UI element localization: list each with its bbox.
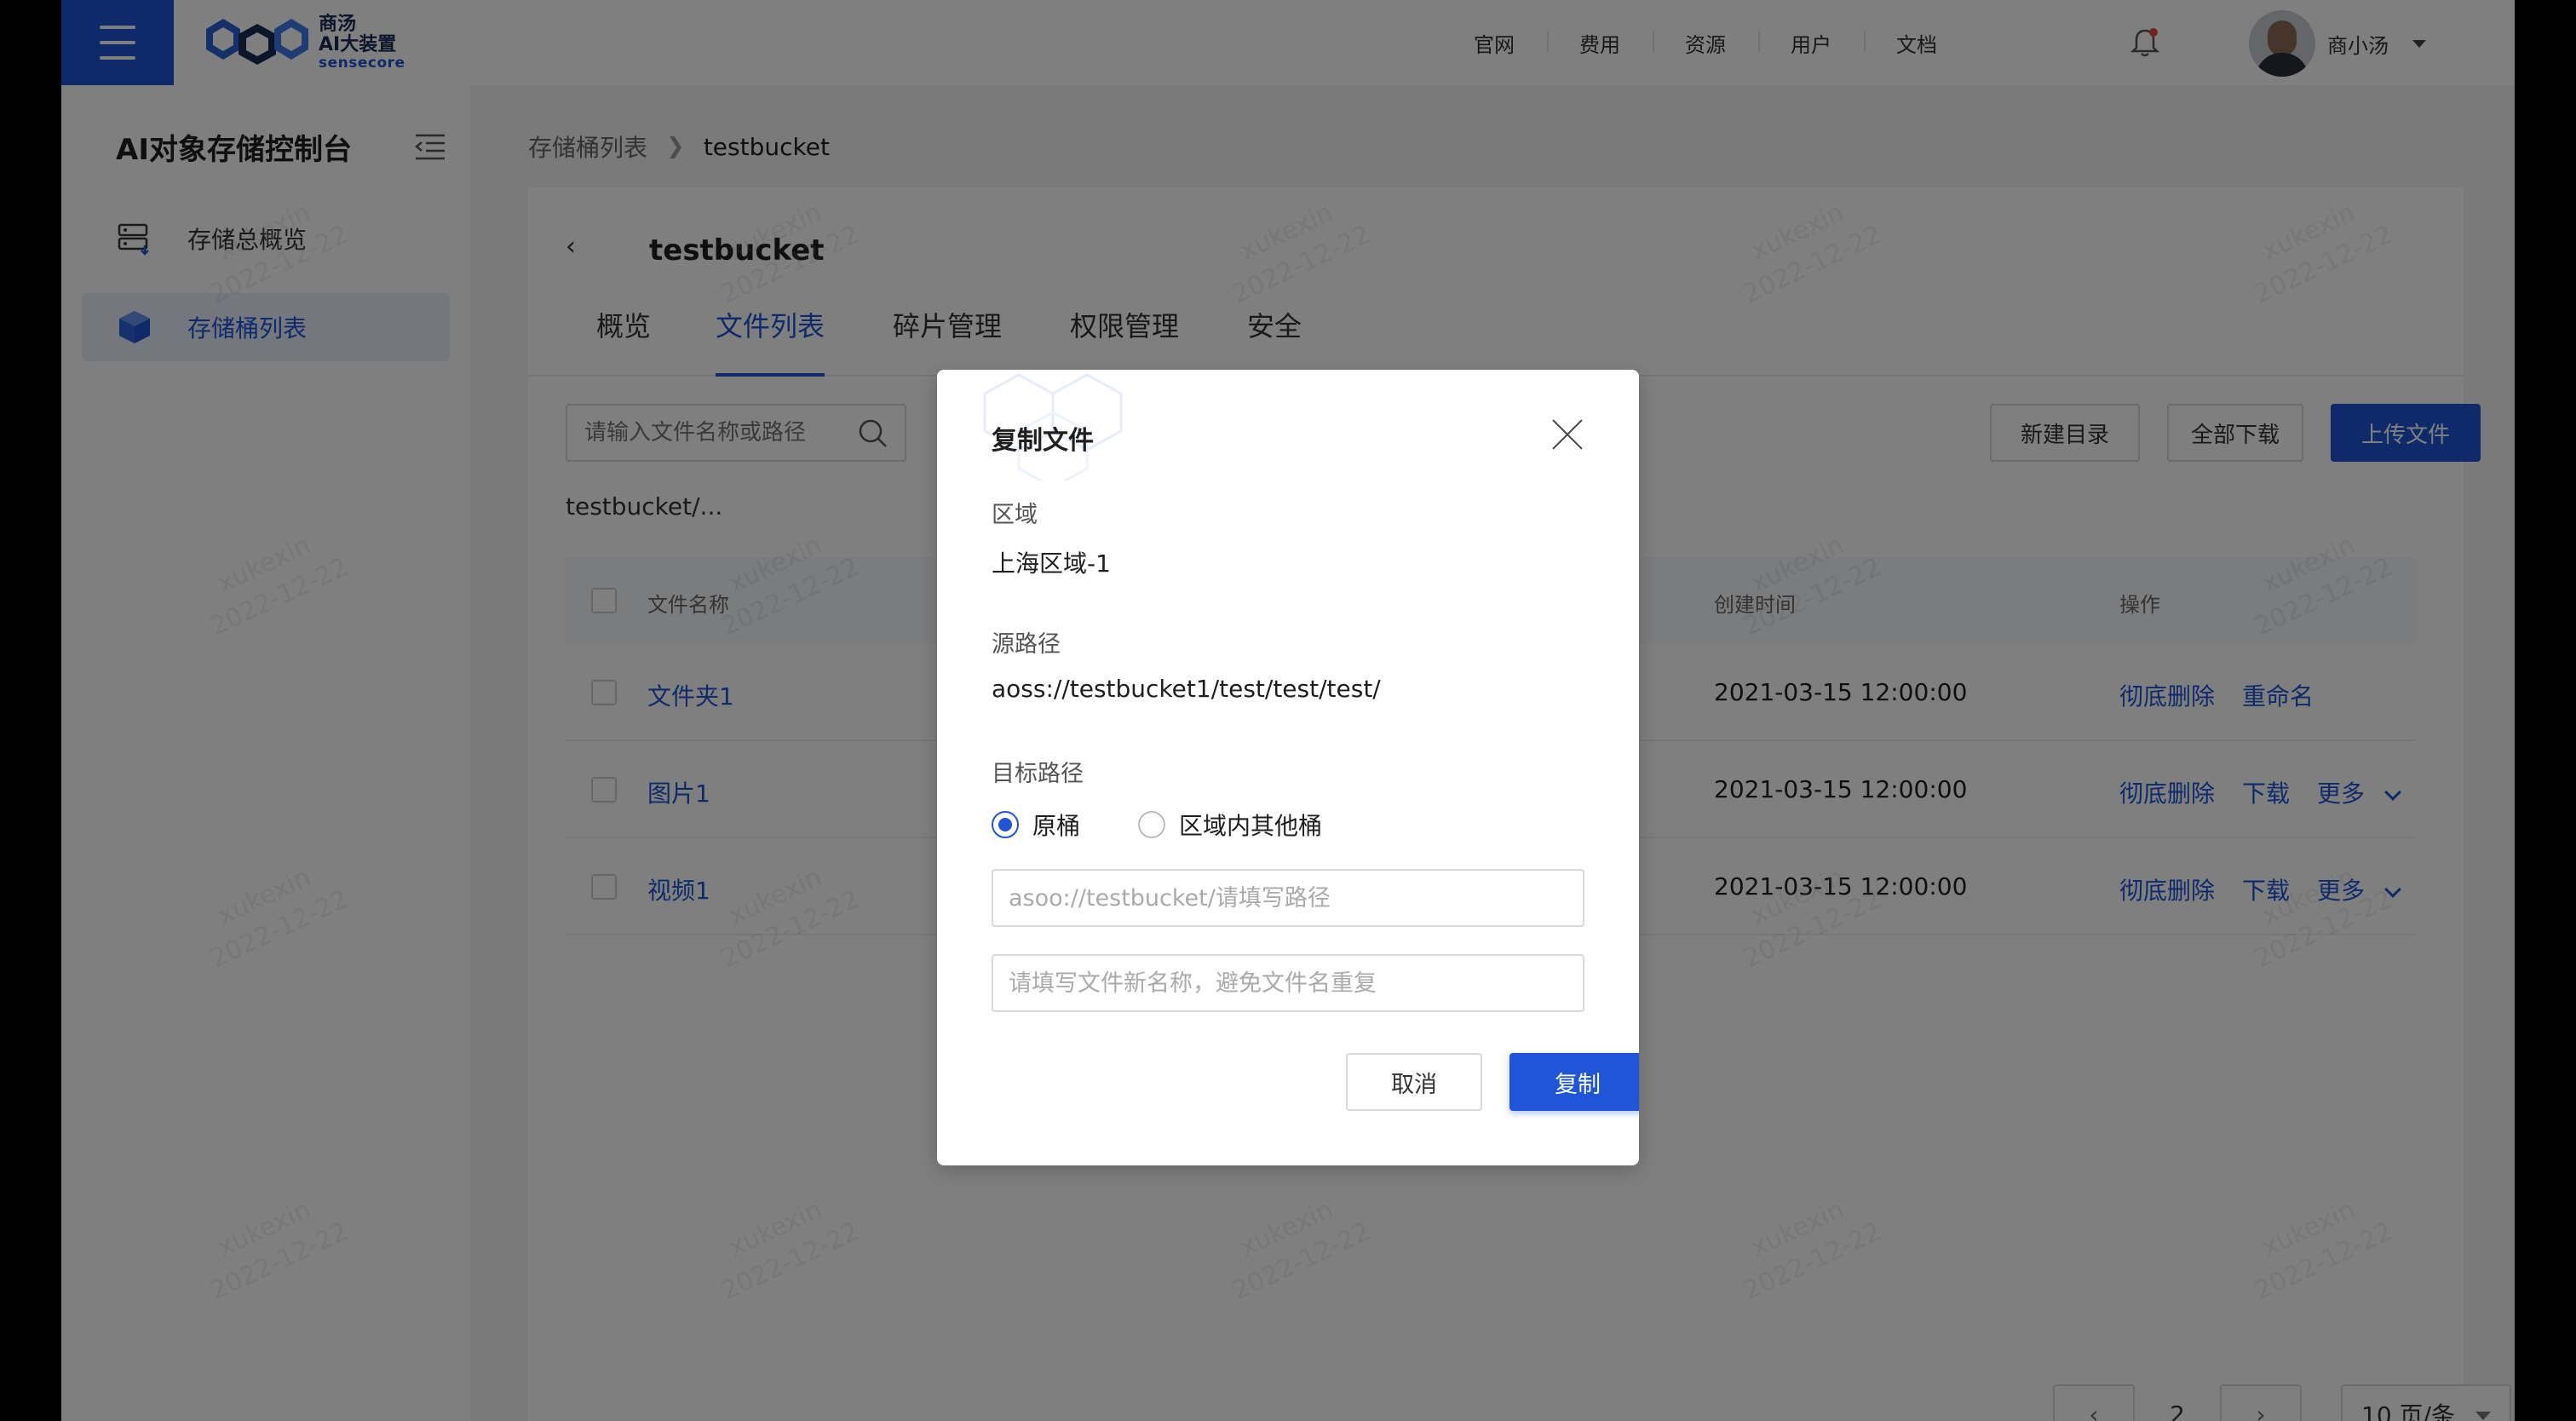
target-path-label: 目标路径 (992, 761, 1084, 787)
target-path-input[interactable] (992, 869, 1584, 927)
radio-checked-icon (992, 811, 1019, 838)
region-label: 区域 (992, 502, 1038, 528)
app-window: 商汤 AI大装置 sensecore 官网 费用 资源 用户 文档 商小汤 AI… (61, 0, 2515, 1421)
copy-button[interactable]: 复制 (1509, 1053, 1639, 1111)
close-icon[interactable] (1550, 417, 1584, 452)
radio-label: 原桶 (1032, 812, 1081, 840)
copy-file-dialog: 复制文件 区域 上海区域-1 源路径 aoss://testbucket1/te… (937, 370, 1639, 1165)
radio-unchecked-icon (1138, 811, 1165, 838)
radio-other-bucket-in-region[interactable]: 区域内其他桶 (1138, 808, 1322, 842)
radio-label: 区域内其他桶 (1179, 812, 1323, 840)
dialog-title: 复制文件 (992, 426, 1094, 456)
new-file-name-input[interactable] (992, 954, 1584, 1012)
cancel-button[interactable]: 取消 (1346, 1053, 1482, 1111)
source-path-label: 源路径 (992, 631, 1061, 658)
radio-original-bucket[interactable]: 原桶 (992, 808, 1080, 842)
source-path-value: aoss://testbucket1/test/test/test/ (992, 675, 1381, 703)
region-value: 上海区域-1 (992, 549, 1111, 578)
